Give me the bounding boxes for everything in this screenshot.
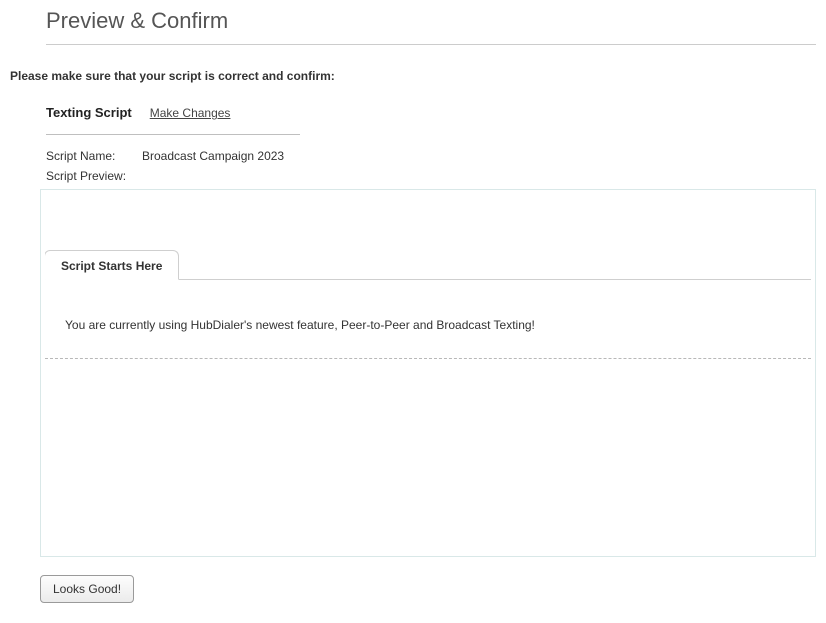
script-preview-frame: Script Starts Here You are currently usi… [40,189,816,557]
header-divider [46,44,816,45]
meta-row: Script Name: Broadcast Campaign 2023 [46,149,300,163]
script-meta-block: Texting Script Make Changes Script Name:… [46,105,300,183]
instruction-text: Please make sure that your script is cor… [10,69,816,83]
confirm-button[interactable]: Looks Good! [40,575,134,603]
script-name-value: Broadcast Campaign 2023 [142,149,284,163]
script-preview-scroll[interactable]: Script Starts Here You are currently usi… [45,194,811,552]
script-tab[interactable]: Script Starts Here [45,250,179,280]
script-body: You are currently using HubDialer's newe… [45,279,811,359]
meta-row: Script Preview: [46,169,300,183]
make-changes-link[interactable]: Make Changes [150,106,231,120]
script-name-label: Script Name: [46,149,142,163]
page-title: Preview & Confirm [46,8,816,34]
script-body-text: You are currently using HubDialer's newe… [65,318,799,332]
section-title: Texting Script [46,105,132,120]
script-preview-label: Script Preview: [46,169,142,183]
